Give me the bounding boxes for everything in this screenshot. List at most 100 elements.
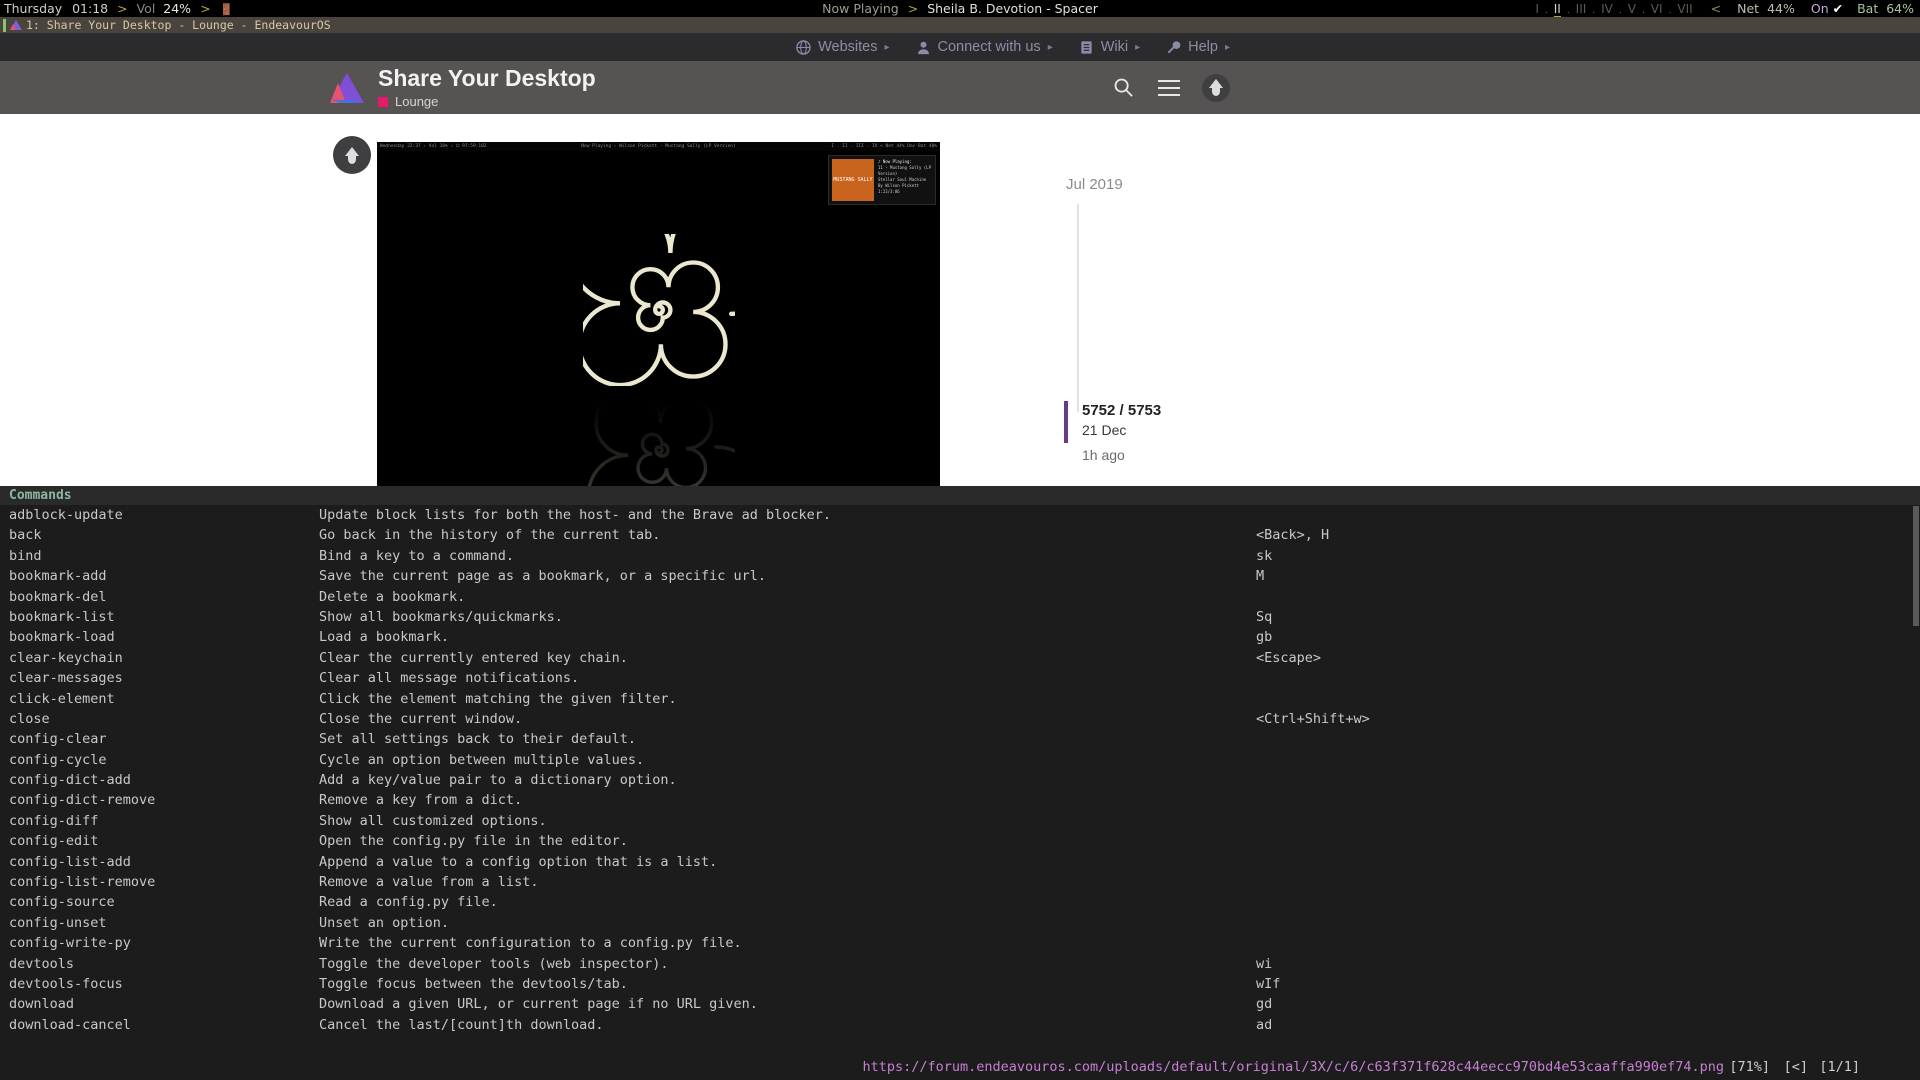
completion-command-description: Cancel the last/[count]th download. <box>319 1016 604 1033</box>
timeline-handle[interactable] <box>1064 401 1068 443</box>
completion-command-name: devtools-focus <box>9 975 123 992</box>
nav-item-wiki[interactable]: Wiki ▸ <box>1079 39 1140 55</box>
network-label: Net <box>1737 1 1760 16</box>
nav-item-help[interactable]: Help ▸ <box>1166 39 1230 55</box>
search-icon[interactable] <box>1110 75 1136 101</box>
workspace-1[interactable]: I <box>1535 2 1539 16</box>
window-tab[interactable]: 1: Share Your Desktop - Lounge - Endeavo… <box>0 17 331 33</box>
completion-command-binding: <Ctrl+Shift+w> <box>1256 710 1370 727</box>
completion-row[interactable]: bookmark-del Delete a bookmark. <box>0 587 1920 607</box>
user-avatar-icon[interactable] <box>1202 73 1230 102</box>
workspace-2[interactable]: II <box>1553 2 1561 18</box>
completion-row[interactable]: download-cancel Cancel the last/[count]th… <box>0 1015 1920 1035</box>
completion-row[interactable]: click-element Click the element matching … <box>0 689 1920 709</box>
endeavouros-logo <box>330 72 364 103</box>
completion-command-name: bookmark-del <box>9 588 107 605</box>
completion-row[interactable]: close Close the current window. <Ctrl+Shif… <box>0 709 1920 729</box>
completion-row[interactable]: bookmark-add Save the current page as a b… <box>0 566 1920 586</box>
screenshot-status-right: I . II . III . IV < Net 44% On✔ Bat 40% <box>831 144 937 149</box>
completion-row[interactable]: config-cycle Cycle an option between mult… <box>0 750 1920 770</box>
chevron-right-icon-help: ▸ <box>1224 41 1230 53</box>
completion-scrollbar[interactable] <box>1913 506 1919 626</box>
completion-row[interactable]: config-edit Open the config.py file in th… <box>0 831 1920 851</box>
completion-row[interactable]: back Go back in the history of the curren… <box>0 525 1920 545</box>
completion-row[interactable]: adblock-update Update block lists for bot… <box>0 505 1920 525</box>
layout-indicator[interactable]: < <box>1711 1 1721 16</box>
nav-item-connect[interactable]: Connect with us ▸ <box>916 39 1053 55</box>
completion-command-name: config-dict-add <box>9 772 131 789</box>
workspace-dot-2: . <box>1566 6 1570 16</box>
completion-command-name: adblock-update <box>9 507 123 523</box>
completion-command-description: Remove a key from a dict. <box>319 792 523 809</box>
completion-command-description: Load a bookmark. <box>319 629 450 646</box>
completion-command-name: devtools <box>9 955 75 972</box>
completion-command-name: config-source <box>9 894 115 911</box>
completion-command-description: Toggle focus between the devtools/tab. <box>319 975 628 992</box>
nav-item-websites[interactable]: Websites ▸ <box>796 39 890 55</box>
completion-row[interactable]: bookmark-list Show all bookmarks/quickmar… <box>0 607 1920 627</box>
category-badge[interactable]: Lounge <box>378 94 596 109</box>
workspace-3[interactable]: III <box>1576 2 1587 16</box>
completion-command-description: Save the current page as a bookmark, or … <box>319 568 767 585</box>
completion-command-name: config-dict-remove <box>9 792 156 809</box>
completion-row[interactable]: config-write-py Write the current configu… <box>0 933 1920 953</box>
category-color-swatch <box>378 96 388 107</box>
network-value: 44% <box>1767 1 1795 16</box>
completion-row[interactable]: clear-keychain Clear the currently entere… <box>0 648 1920 668</box>
post-screenshot-image[interactable]: Wednesday 22:37 › Vol 18% › ⏻ 97:59:102 … <box>377 142 940 514</box>
completion-row[interactable]: config-source Read a config.py file. <box>0 892 1920 912</box>
completion-command-description: Show all bookmarks/quickmarks. <box>319 608 563 625</box>
completion-row[interactable]: config-list-remove Remove a value from a … <box>0 872 1920 892</box>
completion-row[interactable]: config-dict-remove Remove a key from a di… <box>0 790 1920 810</box>
timeline-start-date: Jul 2019 <box>1066 176 1123 193</box>
completion-command-description: Bind a key to a command. <box>319 547 515 564</box>
timeline-position: 5752 / 5753 <box>1082 402 1162 419</box>
completion-command-description: Unset an option. <box>319 914 450 931</box>
hamburger-menu-icon[interactable] <box>1156 75 1182 101</box>
workspace-6[interactable]: VI <box>1651 2 1663 16</box>
logo-arc-blue <box>333 95 360 103</box>
completion-row[interactable]: devtools-focus Toggle focus between the d… <box>0 974 1920 994</box>
command-completion-popup[interactable]: Commands adblock-update Update block list… <box>0 486 1920 1054</box>
completion-row[interactable]: download Download a given URL, or current… <box>0 994 1920 1014</box>
status-zoom-level: [71%] <box>1729 1059 1770 1075</box>
topic-heading-block: Share Your Desktop Lounge <box>378 66 596 109</box>
post-author-avatar[interactable] <box>333 136 371 174</box>
workspace-5[interactable]: V <box>1628 2 1636 16</box>
completion-command-description: Add a key/value pair to a dictionary opt… <box>319 772 677 789</box>
completion-row[interactable]: config-list-add Append a value to a confi… <box>0 852 1920 872</box>
status-page-indicator: [1/1] <box>1819 1059 1860 1075</box>
avatar-glyph <box>1208 79 1224 96</box>
screenshot-status-bar: Wednesday 22:37 › Vol 18% › ⏻ 97:59:102 … <box>377 142 940 151</box>
now-playing-overlay: MUSTANG SALLY ♪ Now Playing: 11 - Mustan… <box>828 155 936 205</box>
forum-top-nav: Websites ▸ Connect with us ▸ Wiki ▸ Help… <box>0 33 1920 61</box>
category-label: Lounge <box>395 94 439 109</box>
completion-command-binding: M <box>1256 568 1265 585</box>
completion-row[interactable]: devtools Toggle the developer tools (web … <box>0 954 1920 974</box>
workspace-4[interactable]: IV <box>1601 2 1613 16</box>
spiral-graphic <box>582 234 735 386</box>
completion-command-name: download <box>9 996 75 1013</box>
completion-command-binding: gd <box>1256 996 1273 1013</box>
completion-command-name: click-element <box>9 690 115 707</box>
avatar-body-post <box>348 154 356 164</box>
completion-command-description: Write the current configuration to a con… <box>319 935 742 952</box>
completion-command-description: Toggle the developer tools (web inspecto… <box>319 955 669 972</box>
completion-row[interactable]: bookmark-load Load a bookmark. gb <box>0 627 1920 647</box>
completion-row[interactable]: config-diff Show all customized options. <box>0 811 1920 831</box>
timeline-relative-time: 1h ago <box>1082 447 1125 463</box>
completion-command-description: Set all settings back to their default. <box>319 731 636 748</box>
completion-row[interactable]: clear-messages Clear all message notifica… <box>0 668 1920 688</box>
completion-rows[interactable]: adblock-update Update block lists for bot… <box>0 505 1920 1035</box>
chevron-right-icon-websites: ▸ <box>884 41 890 53</box>
workspace-7[interactable]: VII <box>1677 2 1692 16</box>
completion-command-description: Click the element matching the given fil… <box>319 690 677 707</box>
completion-row[interactable]: config-unset Unset an option. <box>0 913 1920 933</box>
completion-command-name: download-cancel <box>9 1016 131 1033</box>
completion-command-description: Read a config.py file. <box>319 894 498 911</box>
window-tab-title: 1: Share Your Desktop - Lounge - Endeavo… <box>26 18 331 32</box>
completion-row[interactable]: bind Bind a key to a command. sk <box>0 546 1920 566</box>
completion-row[interactable]: config-dict-add Add a key/value pair to a… <box>0 770 1920 790</box>
forum-header: Share Your Desktop Lounge <box>0 61 1920 114</box>
completion-row[interactable]: config-clear Set all settings back to the… <box>0 729 1920 749</box>
